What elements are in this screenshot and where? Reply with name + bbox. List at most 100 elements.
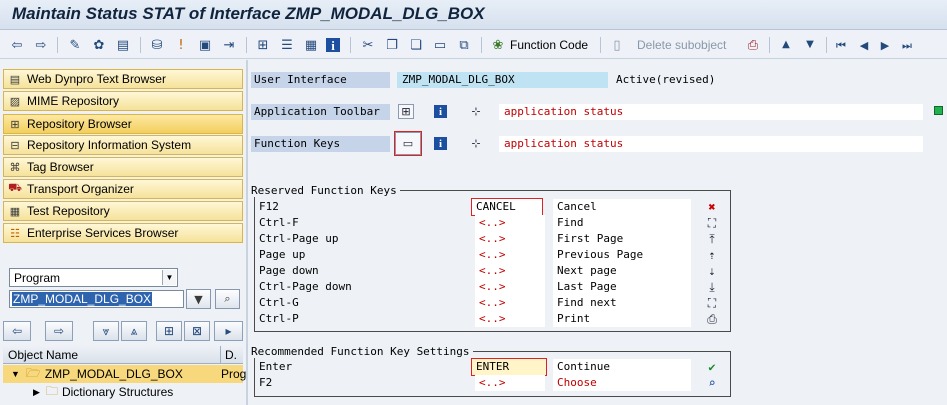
nav-tag-browser[interactable]: ⌘ Tag Browser — [3, 157, 243, 177]
function-code-button[interactable]: Function Code — [510, 38, 588, 52]
tree-back-button[interactable]: ⇦ — [3, 321, 31, 341]
hierarchy-icon[interactable]: ⊹ — [468, 136, 484, 151]
nav-repository-information-system[interactable]: ⊟ Repository Information System — [3, 135, 243, 155]
navigate-icon[interactable]: ⇥ — [220, 36, 238, 54]
object-type-dropdown[interactable]: Program ▼ — [9, 268, 178, 287]
expand-button[interactable]: ⩓ — [121, 321, 147, 341]
next-icon[interactable]: ▶ — [876, 36, 894, 54]
key-name: Ctrl-P — [259, 312, 299, 325]
delete-subobject-button[interactable]: Delete subobject — [637, 38, 726, 52]
forward-arrow-icon: ⇨ — [53, 324, 65, 338]
info-icon[interactable]: i — [326, 38, 340, 52]
key-code-field[interactable]: <..> — [475, 375, 545, 391]
nav-label: Tag Browser — [27, 160, 94, 174]
key-text-field[interactable]: Cancel — [553, 199, 691, 215]
collapse-keys-icon[interactable]: ▭ — [394, 131, 422, 156]
paste-icon[interactable]: ❏ — [407, 36, 425, 54]
display-icon[interactable]: ▣ — [196, 36, 214, 54]
nav-web-dynpro-text-browser[interactable]: ▤ Web Dynpro Text Browser — [3, 69, 243, 89]
delete-icon[interactable]: ▯ — [608, 36, 626, 54]
glasses-icon: ⌕ — [224, 292, 231, 305]
where-used-icon[interactable]: ⛁ — [148, 36, 166, 54]
select-button[interactable]: ⊠ — [184, 321, 210, 341]
column-description[interactable]: D. — [225, 348, 237, 362]
expand-toolbar-icon[interactable]: ⊞ — [398, 104, 414, 119]
key-text-field[interactable]: Continue — [553, 359, 691, 375]
move-up-icon[interactable]: ▲ — [777, 36, 795, 54]
key-row: Ctrl-Page down <..> Last Page ⤓ — [259, 279, 729, 295]
key-code-field[interactable]: <..> — [475, 263, 545, 279]
undo-icon[interactable]: ⧉ — [455, 36, 473, 54]
activate-icon[interactable]: ✿ — [90, 36, 108, 54]
table-icon[interactable]: ▦ — [302, 36, 320, 54]
hierarchy-button[interactable]: ⊞ — [156, 321, 182, 341]
tree-row[interactable]: ▶ 🗀 Dictionary Structures — [3, 383, 243, 401]
user-interface-field[interactable]: ZMP_MODAL_DLG_BOX — [397, 72, 608, 88]
collapse-button[interactable]: ⩔ — [93, 321, 119, 341]
more-button[interactable]: ▸ — [214, 321, 243, 341]
key-name: Enter — [259, 360, 293, 373]
cut-icon[interactable]: ✂ — [359, 36, 377, 54]
info-icon[interactable]: i — [434, 137, 447, 150]
copy-icon[interactable]: ❐ — [383, 36, 401, 54]
nav-mime-repository[interactable]: ▨ MIME Repository — [3, 91, 243, 111]
window-title: Maintain Status STAT of Interface ZMP_MO… — [12, 4, 485, 23]
nav-test-repository[interactable]: ▦ Test Repository — [3, 201, 243, 221]
collapsed-arrow-icon[interactable]: ▶ — [33, 387, 40, 398]
key-code-field[interactable]: ENTER — [471, 358, 547, 376]
key-name: Ctrl-Page down — [259, 280, 352, 293]
info-icon[interactable]: i — [434, 105, 447, 118]
key-name: F2 — [259, 376, 273, 389]
display-object-button[interactable]: ⌕ — [215, 289, 240, 309]
first-page-icon[interactable]: ⏮ — [832, 36, 850, 54]
back-arrow-icon[interactable]: ⇦ — [8, 36, 26, 54]
hierarchy-icon[interactable]: ⊹ — [468, 104, 484, 119]
key-code-field[interactable]: <..> — [475, 247, 545, 263]
key-code-field[interactable]: <..> — [475, 279, 545, 295]
key-text-field[interactable]: Print — [553, 311, 691, 327]
services-icon: ☷ — [10, 227, 20, 240]
key-code-field[interactable]: <..> — [475, 231, 545, 247]
usage-icon[interactable]: ! — [172, 36, 190, 54]
app-toolbar-field[interactable]: application status — [499, 104, 923, 120]
expand-arrow-icon[interactable]: ▼ — [11, 369, 20, 379]
printer-icon[interactable]: ⎙ — [744, 36, 762, 54]
splitter[interactable] — [246, 60, 248, 405]
forward-arrow-icon[interactable]: ⇨ — [32, 36, 50, 54]
insert-icon[interactable]: ▭ — [431, 36, 449, 54]
key-code-field[interactable]: CANCEL — [471, 198, 543, 216]
last-page-icon[interactable]: ⏭ — [898, 36, 916, 54]
next-page-icon: ⇣ — [708, 264, 716, 278]
key-text-field[interactable]: Next page — [553, 263, 691, 279]
key-row: F12 CANCEL Cancel ✖ — [259, 198, 729, 216]
key-text-field[interactable]: Choose — [553, 375, 691, 391]
key-text-field[interactable]: Find next — [553, 295, 691, 311]
function-keys-field[interactable]: application status — [499, 136, 923, 152]
object-name-input[interactable]: ZMP_MODAL_DLG_BOX — [9, 290, 184, 308]
key-code-field[interactable]: <..> — [475, 215, 545, 231]
hierarchy-icon[interactable]: ⊞ — [254, 36, 272, 54]
nav-repository-browser[interactable]: ⊞ Repository Browser — [3, 114, 243, 134]
key-text-field[interactable]: Find — [553, 215, 691, 231]
key-text-field[interactable]: Last Page — [553, 279, 691, 295]
tree-forward-button[interactable]: ⇨ — [45, 321, 73, 341]
tree-row[interactable]: ▼ 🗁 ZMP_MODAL_DLG_BOX Prog — [3, 365, 246, 383]
key-text-field[interactable]: First Page — [553, 231, 691, 247]
object-list-icon[interactable]: ▤ — [114, 36, 132, 54]
key-row: F2 <..> Choose ⌕ — [259, 375, 729, 391]
pencil-icon[interactable]: ✎ — [66, 36, 84, 54]
chevron-down-icon[interactable]: ▼ — [162, 270, 176, 285]
function-keys-label: Function Keys — [251, 136, 390, 152]
column-object-name[interactable]: Object Name — [8, 348, 78, 362]
move-down-icon[interactable]: ▼ — [801, 36, 819, 54]
nav-enterprise-services-browser[interactable]: ☷ Enterprise Services Browser — [3, 223, 243, 243]
key-text-field[interactable]: Previous Page — [553, 247, 691, 263]
previous-page-icon: ⇡ — [708, 248, 716, 262]
function-code-icon[interactable]: ❀ — [489, 36, 507, 54]
object-name-dropdown-button[interactable]: ▼ — [186, 289, 211, 309]
key-code-field[interactable]: <..> — [475, 311, 545, 327]
stack-icon[interactable]: ☰ — [278, 36, 296, 54]
previous-icon[interactable]: ◀ — [855, 36, 873, 54]
key-code-field[interactable]: <..> — [475, 295, 545, 311]
nav-transport-organizer[interactable]: ⛟ Transport Organizer — [3, 179, 243, 199]
